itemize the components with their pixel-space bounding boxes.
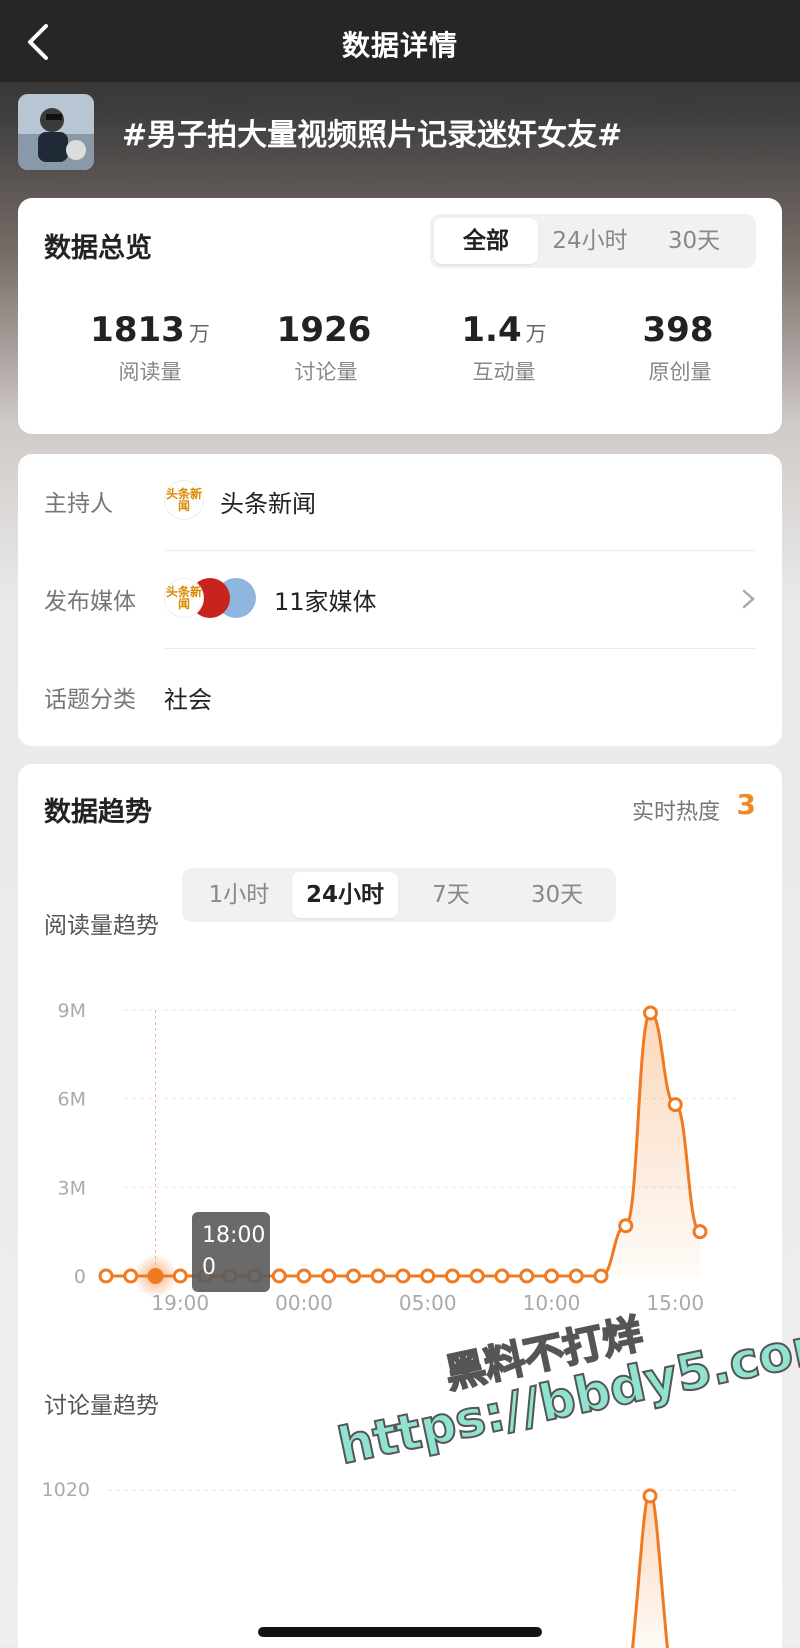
category-value: 社会 [164, 686, 212, 714]
data-point [692, 1224, 708, 1240]
stat-unit: 万 [525, 322, 547, 346]
stat-reads: 1813 万 阅读量 [60, 310, 240, 386]
topic-header: #男子拍大量视频照片记录迷奸女友# [18, 94, 788, 172]
overview-title: 数据总览 [44, 233, 152, 264]
trend-card: 数据趋势 实时热度 3 1小时 24小时 7天 30天 阅读量趋势 0 3M 6M 9… [18, 764, 782, 1648]
y-tick-label: 6M [58, 1089, 86, 1111]
data-point [321, 1268, 337, 1284]
host-value: 头条新闻 [220, 490, 316, 518]
tooltip-time: 18:00 [202, 1223, 266, 1248]
info-card: 主持人 头条新闻 头条新闻 发布媒体 头条新闻 11家媒体 话题分类 社会 [18, 454, 782, 746]
data-point [519, 1268, 535, 1284]
toutiao-logo-icon: 头条新闻 [164, 578, 204, 618]
data-point [271, 1268, 287, 1284]
y-axis-ticks: 0 3M 6M 9M [58, 1000, 86, 1288]
y-tick-label: 9M [58, 1000, 86, 1022]
data-point [494, 1268, 510, 1284]
data-point [370, 1268, 386, 1284]
read-trend-chart: 03M6M9M 19:00 00:00 05:00 10:00 15:00 [58, 1000, 740, 1315]
hot-value: 3 [736, 788, 756, 821]
stat-value: 1813 [90, 310, 185, 350]
hot-label: 实时热度 [631, 800, 720, 825]
stat-label: 互动量 [472, 360, 536, 384]
stat-value: 1926 [276, 310, 372, 350]
y-axis-ticks: 1020 [42, 1479, 90, 1501]
topic-avatar [18, 94, 94, 170]
topic-title: #男子拍大量视频照片记录迷奸女友# [122, 118, 623, 153]
tab-24h[interactable]: 24小时 [292, 872, 398, 918]
data-point [420, 1268, 436, 1284]
stat-value: 398 [642, 310, 714, 350]
x-tick-label: 00:00 [275, 1291, 333, 1315]
toutiao-logo-icon: 头条新闻 [164, 480, 204, 520]
stat-value: 1.4 [461, 310, 522, 350]
chart-tooltip: 18:00 0 [192, 1212, 270, 1292]
divider [164, 648, 756, 649]
tab-24h[interactable]: 24小时 [538, 218, 642, 264]
host-row: 主持人 头条新闻 头条新闻 [18, 454, 782, 550]
category-row: 话题分类 社会 [18, 650, 782, 746]
stat-label: 阅读量 [118, 360, 182, 384]
stat-label: 原创量 [648, 360, 712, 384]
data-point [296, 1268, 312, 1284]
x-tick-label: 05:00 [399, 1291, 457, 1315]
data-point [172, 1268, 188, 1284]
data-point [469, 1268, 485, 1284]
data-point [618, 1218, 634, 1234]
y-tick-label: 0 [74, 1266, 86, 1288]
logo-text: 头条新闻 [165, 585, 202, 611]
tab-all[interactable]: 全部 [434, 218, 538, 264]
stat-unit: 万 [188, 322, 210, 346]
stat-label: 讨论量 [294, 360, 358, 384]
trend-title: 数据趋势 [44, 797, 152, 828]
stat-interactions: 1.4 万 互动量 [414, 310, 594, 386]
media-row[interactable]: 发布媒体 头条新闻 11家媒体 [18, 552, 782, 648]
data-point [568, 1268, 584, 1284]
x-tick-label: 10:00 [523, 1291, 581, 1315]
tooltip-value: 0 [202, 1255, 216, 1280]
discuss-trend-title: 讨论量趋势 [44, 1393, 159, 1419]
tab-7d[interactable]: 7天 [398, 872, 504, 918]
stat-discussions: 1926 讨论量 [236, 310, 416, 386]
tab-1h[interactable]: 1小时 [186, 872, 292, 918]
data-point [346, 1268, 361, 1284]
data-point [642, 1488, 658, 1504]
overview-stats: 1813 万 阅读量 1926 讨论量 1.4 万 互动量 398 原创量 [18, 310, 782, 400]
overview-range-tabs: 全部 24小时 30天 [430, 214, 756, 268]
page-title: 数据详情 [341, 29, 458, 62]
chevron-right-icon [742, 589, 755, 609]
data-point [395, 1268, 411, 1284]
home-indicator [258, 1627, 542, 1637]
y-tick-label: 1020 [42, 1479, 90, 1501]
media-label: 发布媒体 [44, 589, 136, 615]
media-value: 11家媒体 [274, 588, 377, 616]
read-trend-title: 阅读量趋势 [44, 913, 159, 939]
host-label: 主持人 [44, 491, 113, 517]
trend-range-tabs: 1小时 24小时 7天 30天 [182, 868, 616, 922]
stat-originals: 398 原创量 [590, 310, 770, 386]
y-tick-label: 3M [58, 1177, 86, 1199]
nav-bar: 数据详情 [0, 0, 800, 82]
highlight-point [147, 1268, 164, 1284]
tab-30d[interactable]: 30天 [642, 218, 746, 264]
data-point [593, 1268, 609, 1284]
data-point [667, 1097, 683, 1113]
tab-30d[interactable]: 30天 [504, 872, 610, 918]
data-point [643, 1005, 658, 1021]
data-point [98, 1268, 114, 1284]
overview-card: 数据总览 全部 24小时 30天 1813 万 阅读量 1926 讨论量 1.4 万… [18, 198, 782, 434]
category-label: 话题分类 [44, 687, 136, 713]
data-point [445, 1268, 460, 1284]
series-area [632, 1490, 668, 1648]
logo-text: 头条新闻 [165, 487, 202, 513]
divider [164, 550, 756, 551]
data-point [544, 1268, 559, 1284]
